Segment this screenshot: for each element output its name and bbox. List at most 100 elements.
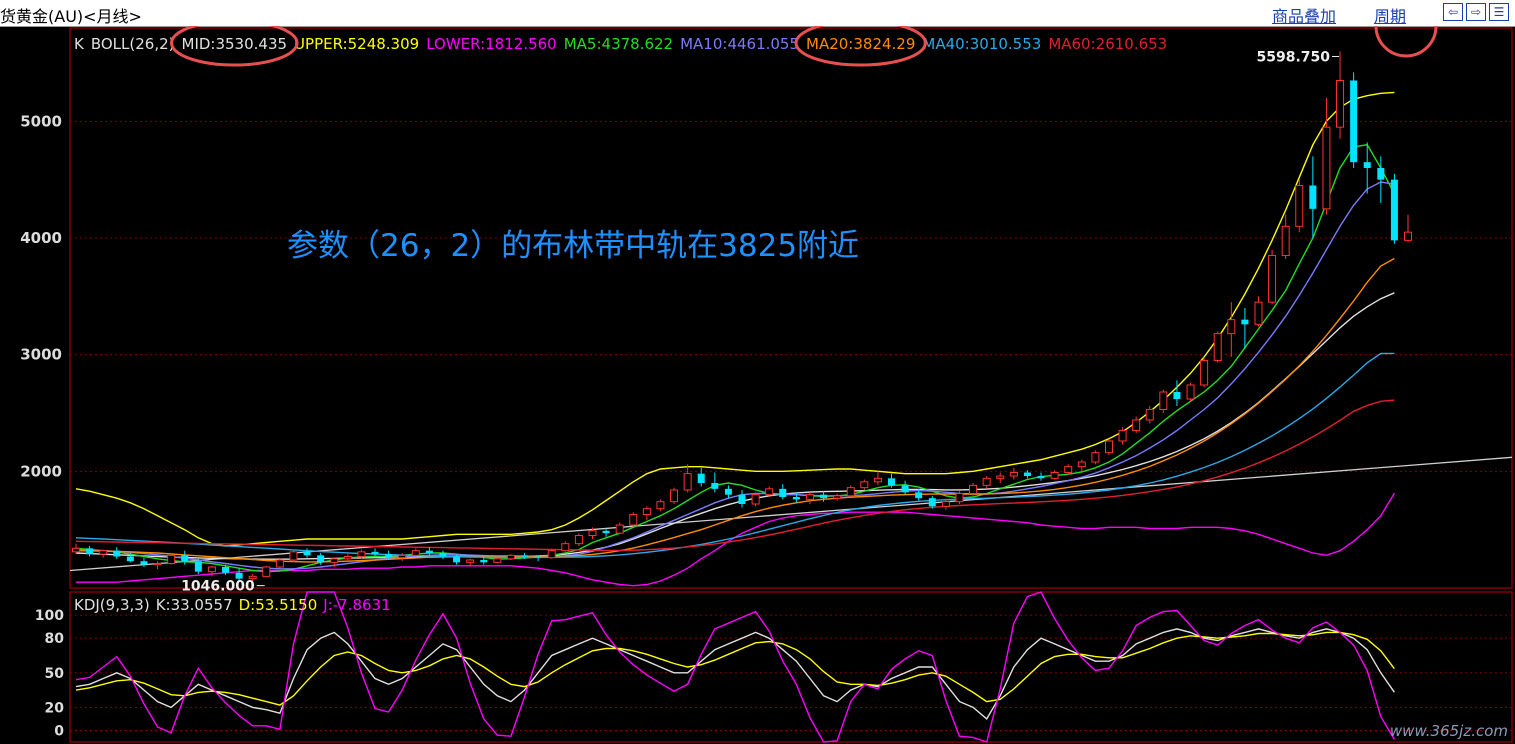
kdj-tick-label: 50 (45, 666, 65, 682)
candle-down (222, 567, 230, 573)
candle-down (1390, 179, 1398, 241)
candle-up (574, 535, 583, 545)
candle-up (330, 558, 339, 563)
mid-band-circle (1374, 26, 1438, 58)
candle-down (820, 494, 828, 499)
overlay-commodity-link[interactable]: 商品叠加 (1272, 3, 1336, 27)
kdj-line-j (75, 591, 1396, 743)
candle-down (915, 492, 923, 499)
main-legend-item: MA10:4461.055 (680, 35, 799, 53)
candle-down (385, 554, 393, 558)
candle-down (480, 560, 488, 563)
line-ma5 (75, 143, 1396, 573)
watermark: www.365jz.com (1390, 722, 1508, 740)
candle-up (289, 551, 298, 561)
price-tick-label: 2000 (20, 462, 62, 480)
candle-up (751, 494, 760, 505)
candle-down (779, 488, 787, 497)
kdj-legend-item: J:-7.8631 (322, 596, 390, 614)
annotation-text: 参数（26，2）的布林带中轨在3825附近 (287, 228, 859, 264)
candle-up (411, 550, 420, 556)
candle-up (1281, 225, 1290, 256)
candle-down (792, 497, 800, 500)
min-price-label: 1046.000 (181, 579, 255, 595)
kdj-tick-label: 80 (45, 631, 65, 647)
kdj-legend-item: KDJ(9,3,3) (74, 596, 150, 614)
candle-up (670, 489, 679, 503)
candle-up (1268, 255, 1277, 303)
candle-up (561, 543, 570, 552)
candle-down (371, 551, 379, 555)
candle-up (955, 493, 964, 503)
title-bar: 货黄金(AU)<月线> 商品叠加 周期 ⇦ ⇨ ☰ (0, 0, 1515, 27)
candle-up (547, 550, 556, 559)
candle-up (493, 558, 502, 563)
main-legend-item: LOWER:1812.560 (426, 35, 557, 53)
candle-down (711, 483, 719, 489)
candle-up (99, 550, 108, 555)
nav-left-button[interactable]: ⇦ (1443, 3, 1463, 21)
candle-up (1186, 384, 1195, 400)
kdj-tick-label: 20 (45, 700, 65, 716)
main-legend-item: MA40:3010.553 (922, 35, 1041, 53)
candle-up (1145, 409, 1154, 421)
candle-up (683, 473, 692, 491)
candle-down (453, 556, 461, 563)
candle-up (833, 495, 842, 499)
layout-button[interactable]: ☰ (1489, 3, 1509, 21)
candle-up (805, 494, 814, 500)
candle-up (1322, 126, 1331, 210)
candle-down (724, 488, 732, 495)
candle-down (1309, 185, 1317, 209)
candle-up (275, 559, 284, 568)
candle-up (207, 566, 216, 573)
candle-up (1200, 360, 1209, 386)
candle-up (982, 477, 991, 486)
candle-down (181, 555, 189, 562)
candle-down (1363, 162, 1371, 168)
candle-up (1404, 231, 1412, 241)
candle-down (1377, 168, 1385, 180)
candle-up (765, 488, 774, 496)
main-legend-item: MID:3530.435 (182, 35, 288, 53)
candle-up (629, 514, 638, 526)
candle-down (1173, 392, 1181, 399)
candle-down (303, 551, 311, 556)
candle-up (1132, 419, 1141, 431)
candle-up (262, 566, 271, 577)
candle-up (1050, 472, 1059, 479)
price-tick-label: 4000 (20, 229, 62, 247)
candle-down (113, 550, 121, 557)
candle-up (615, 524, 624, 534)
candle-up (1254, 301, 1263, 325)
candle-down (1350, 80, 1358, 163)
candle-down (1037, 476, 1045, 479)
candle-up (72, 547, 80, 553)
candle-up (1159, 391, 1168, 410)
gold-monthly-chart[interactable]: 5000 4000 3000 2000 100 80 50 20 0 5598.750 1046.0… (0, 26, 1515, 744)
line-mid (75, 292, 1395, 560)
nav-right-button[interactable]: ⇨ (1466, 3, 1486, 21)
candle-down (86, 548, 94, 555)
candle-up (1295, 185, 1304, 227)
kdj-legend-item: D:53.5150 (239, 596, 318, 614)
period-link[interactable]: 周期 (1374, 3, 1406, 27)
candle-down (1241, 319, 1249, 325)
candle-up (343, 556, 352, 560)
candle-down (425, 550, 433, 553)
candle-up (656, 501, 665, 510)
candle-up (588, 530, 597, 537)
candle-up (1213, 333, 1222, 361)
candle-up (996, 475, 1005, 479)
candle-down (1023, 472, 1031, 476)
candle-up (1091, 452, 1100, 463)
candle-down (901, 485, 909, 493)
main-legend-item: K (74, 35, 85, 53)
candle-up (941, 501, 950, 507)
candle-up (506, 554, 515, 560)
candle-down (738, 494, 746, 504)
main-legend-item: BOLL(26,2) (91, 35, 175, 53)
candle-up (969, 484, 978, 495)
candle-up (1118, 430, 1127, 442)
line-ma20 (75, 257, 1395, 563)
